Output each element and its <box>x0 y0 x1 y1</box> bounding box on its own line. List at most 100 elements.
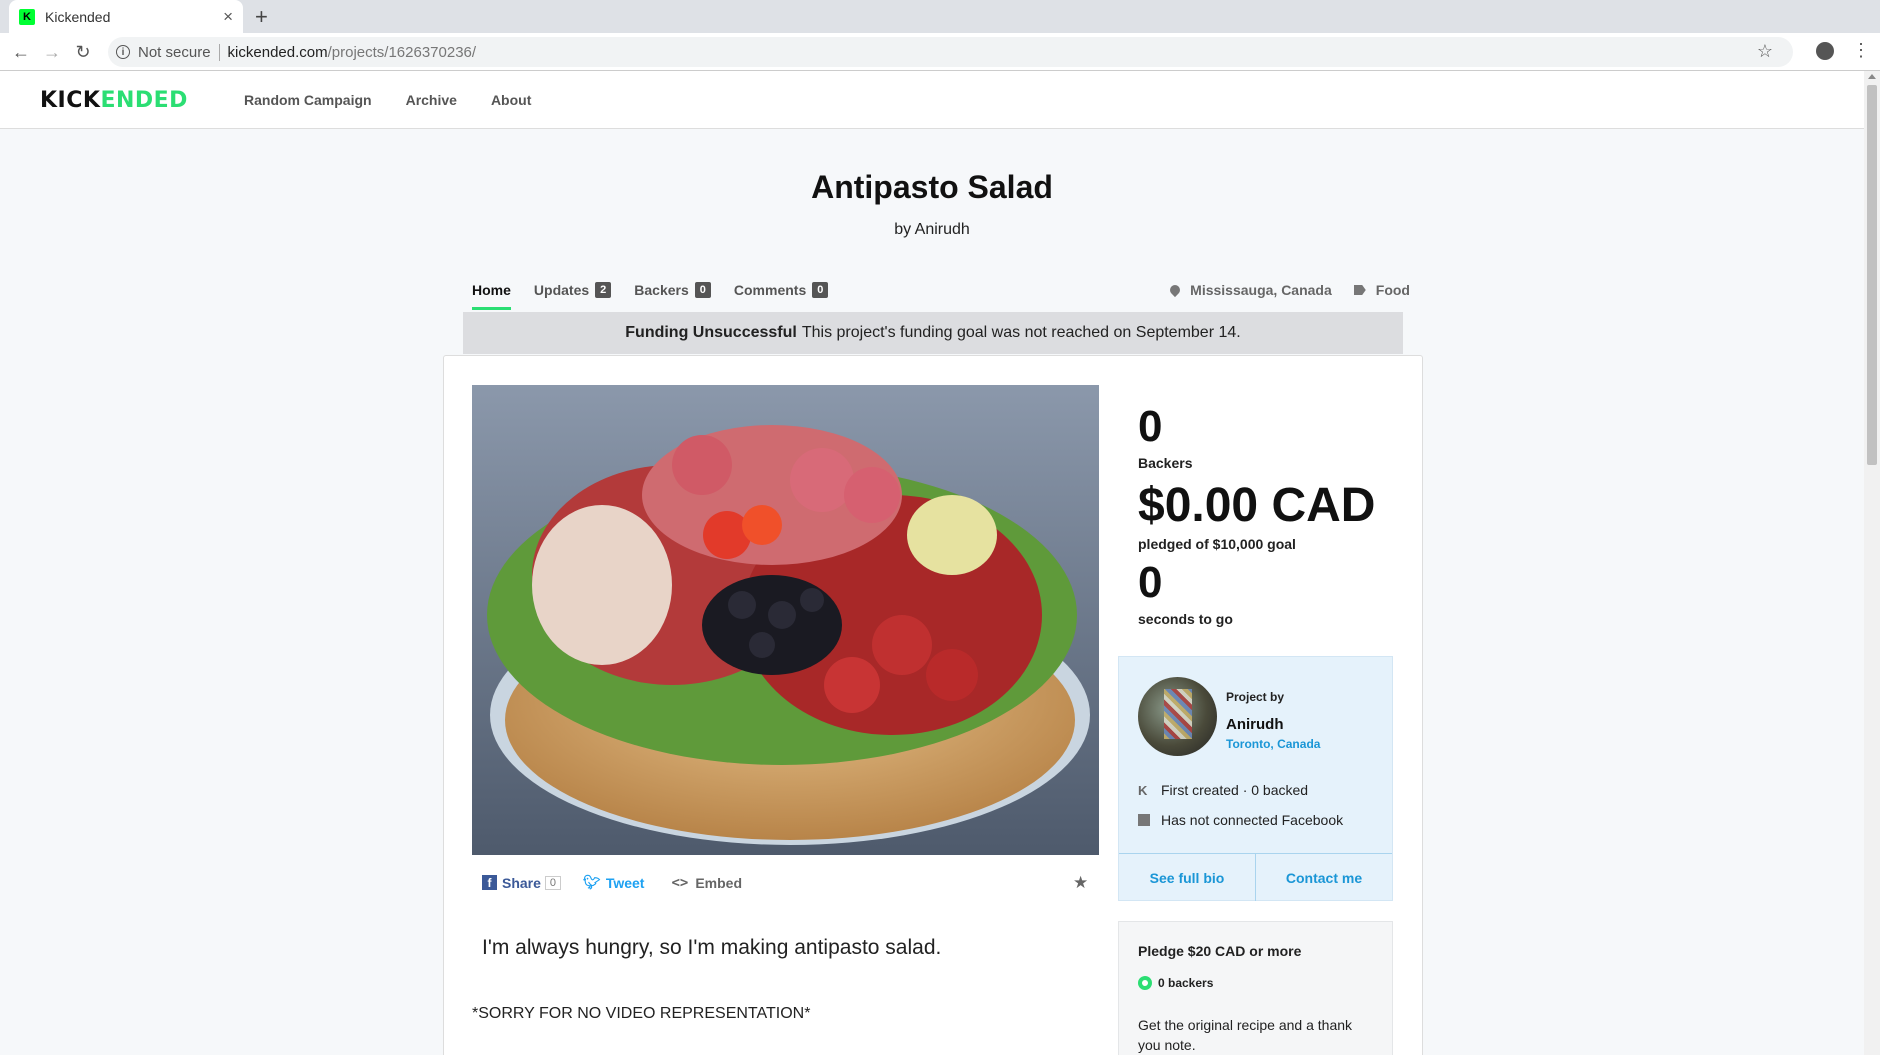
map-pin-icon <box>1168 282 1183 298</box>
comments-count-badge: 0 <box>812 282 829 298</box>
browser-tab-strip: K Kickended × + <box>0 0 1880 33</box>
contact-me-button[interactable]: Contact me <box>1256 854 1392 901</box>
new-tab-icon[interactable]: + <box>255 4 268 30</box>
reload-icon[interactable]: ↻ <box>71 40 95 64</box>
creator-location[interactable]: Toronto, Canada <box>1226 737 1320 751</box>
tab-backers-label: Backers <box>634 282 689 298</box>
creator-info: Project by Anirudh Toronto, Canada <box>1226 690 1320 751</box>
address-bar[interactable]: i Not secure kickended.com /projects/162… <box>108 37 1793 67</box>
creator-buttons: See full bio Contact me <box>1119 853 1392 901</box>
scrollbar-thumb[interactable] <box>1867 85 1877 465</box>
page-scrollbar[interactable] <box>1864 71 1880 1055</box>
project-image <box>472 385 1099 855</box>
creator-heading: Project by <box>1226 690 1285 704</box>
creator-fact-created: K First created · 0 backed <box>1138 782 1308 798</box>
creator-fact-facebook: Has not connected Facebook <box>1138 812 1343 828</box>
backers-count-badge: 0 <box>694 282 711 298</box>
tab-updates-label: Updates <box>533 282 590 298</box>
project-blurb: I'm always hungry, so I'm making antipas… <box>482 936 942 959</box>
site-nav: Random Campaign Archive About <box>244 92 531 108</box>
facebook-share-count: 0 <box>544 875 562 890</box>
embed-label: Embed <box>695 874 743 891</box>
funding-status-banner: Funding Unsuccessful This project's fund… <box>463 312 1403 354</box>
nav-about[interactable]: About <box>491 92 531 108</box>
backers-dot-icon <box>1138 976 1152 990</box>
browser-toolbar: ← → ↻ i Not secure kickended.com /projec… <box>0 33 1880 71</box>
tab-comments-label: Comments <box>733 282 807 298</box>
facebook-share-label: Share <box>502 874 541 891</box>
time-label: seconds to go <box>1138 611 1233 627</box>
project-location: Mississauga, Canada <box>1190 282 1332 298</box>
facebook-share-button[interactable]: f Share <box>482 875 541 891</box>
reward-backers-text: 0 backers <box>1158 976 1214 990</box>
tab-home-label: Home <box>472 282 511 298</box>
twitter-bird-icon: 🐦︎ <box>583 874 601 890</box>
tab-backers[interactable]: Backers 0 <box>634 282 711 310</box>
project-category: Food <box>1375 282 1410 298</box>
tab-home[interactable]: Home <box>472 282 511 310</box>
project-byline: by Anirudh <box>0 221 1864 239</box>
bookmark-star-icon[interactable]: ☆ <box>1757 41 1773 62</box>
project-meta: Mississauga, Canada Food <box>1168 282 1410 298</box>
facebook-square-icon <box>1138 814 1150 826</box>
browser-menu-icon[interactable]: ⋮ <box>1852 41 1870 59</box>
nav-archive[interactable]: Archive <box>406 92 457 108</box>
tweet-button[interactable]: 🐦︎ Tweet <box>583 874 644 891</box>
reward-backers: 0 backers <box>1138 976 1213 990</box>
project-note: *SORRY FOR NO VIDEO REPRESENTATION* <box>472 1005 811 1022</box>
tab-comments[interactable]: Comments 0 <box>733 282 829 310</box>
reward-description: Get the original recipe and a thank you … <box>1138 1017 1353 1053</box>
security-label: Not secure <box>138 43 220 61</box>
creator-box: Project by Anirudh Toronto, Canada K Fir… <box>1118 656 1393 901</box>
scroll-up-arrow-icon[interactable] <box>1868 74 1876 79</box>
stat-backers: 0 Backers <box>1138 402 1193 472</box>
tweet-label: Tweet <box>605 874 645 891</box>
close-tab-icon[interactable]: × <box>223 7 233 27</box>
avatar[interactable] <box>1138 677 1217 756</box>
time-value: 0 <box>1138 558 1163 607</box>
kickstarter-k-icon: K <box>1138 782 1148 798</box>
info-icon[interactable]: i <box>116 45 130 59</box>
reward-tier[interactable]: Pledge $20 CAD or more 0 backers Get the… <box>1118 921 1393 1055</box>
logo-part-ended: ENDED <box>100 88 188 113</box>
backers-value: 0 <box>1138 402 1163 451</box>
embed-button[interactable]: <> Embed <box>671 875 742 891</box>
account-icon[interactable] <box>1816 42 1834 60</box>
forward-arrow-icon[interactable]: → <box>40 40 64 64</box>
site-header: KICKENDED Random Campaign Archive About <box>0 71 1864 129</box>
pledged-label: pledged of $10,000 goal <box>1138 536 1296 552</box>
see-full-bio-button[interactable]: See full bio <box>1119 854 1256 901</box>
nav-random-campaign[interactable]: Random Campaign <box>244 92 372 108</box>
browser-tab[interactable]: K Kickended × <box>9 0 243 33</box>
project-category-link[interactable]: Food <box>1353 282 1410 298</box>
kickended-logo[interactable]: KICKENDED <box>40 88 188 113</box>
fact-created-text: First created · 0 backed <box>1161 782 1309 798</box>
back-arrow-icon[interactable]: ← <box>9 40 33 64</box>
share-row: f Share 0 🐦︎ Tweet <> Embed <box>482 874 1092 891</box>
project-byline-text[interactable]: by Anirudh <box>894 221 970 238</box>
logo-part-kick: KICK <box>40 88 101 113</box>
stat-pledged: $0.00 CAD pledged of $10,000 goal <box>1138 479 1376 553</box>
tab-updates[interactable]: Updates 2 <box>533 282 612 310</box>
creator-name[interactable]: Anirudh <box>1226 716 1320 733</box>
remind-me-star-icon[interactable]: ★ <box>1073 873 1088 893</box>
code-brackets-icon: <> <box>671 874 689 891</box>
antipasto-salad-photo <box>472 385 1099 855</box>
pledged-value: $0.00 CAD <box>1138 479 1376 532</box>
tab-title: Kickended <box>45 8 111 25</box>
reward-title: Pledge $20 CAD or more <box>1138 943 1302 959</box>
funding-status: Funding Unsuccessful <box>625 324 797 341</box>
fact-facebook-text: Has not connected Facebook <box>1161 812 1344 828</box>
tag-icon <box>1353 285 1366 295</box>
url-host: kickended.com <box>227 43 328 61</box>
stat-time: 0 seconds to go <box>1138 558 1233 628</box>
backers-label: Backers <box>1138 455 1193 471</box>
kickended-favicon-icon: K <box>19 8 35 25</box>
project-title: Antipasto Salad <box>811 169 1053 205</box>
facebook-icon: f <box>482 875 497 890</box>
project-tabs: Home Updates 2 Backers 0 Comments 0 <box>472 282 829 310</box>
funding-status-text: This project's funding goal was not reac… <box>801 324 1241 341</box>
project-location-link[interactable]: Mississauga, Canada <box>1168 282 1332 298</box>
url-path: /projects/1626370236/ <box>327 43 477 61</box>
updates-count-badge: 2 <box>595 282 612 298</box>
